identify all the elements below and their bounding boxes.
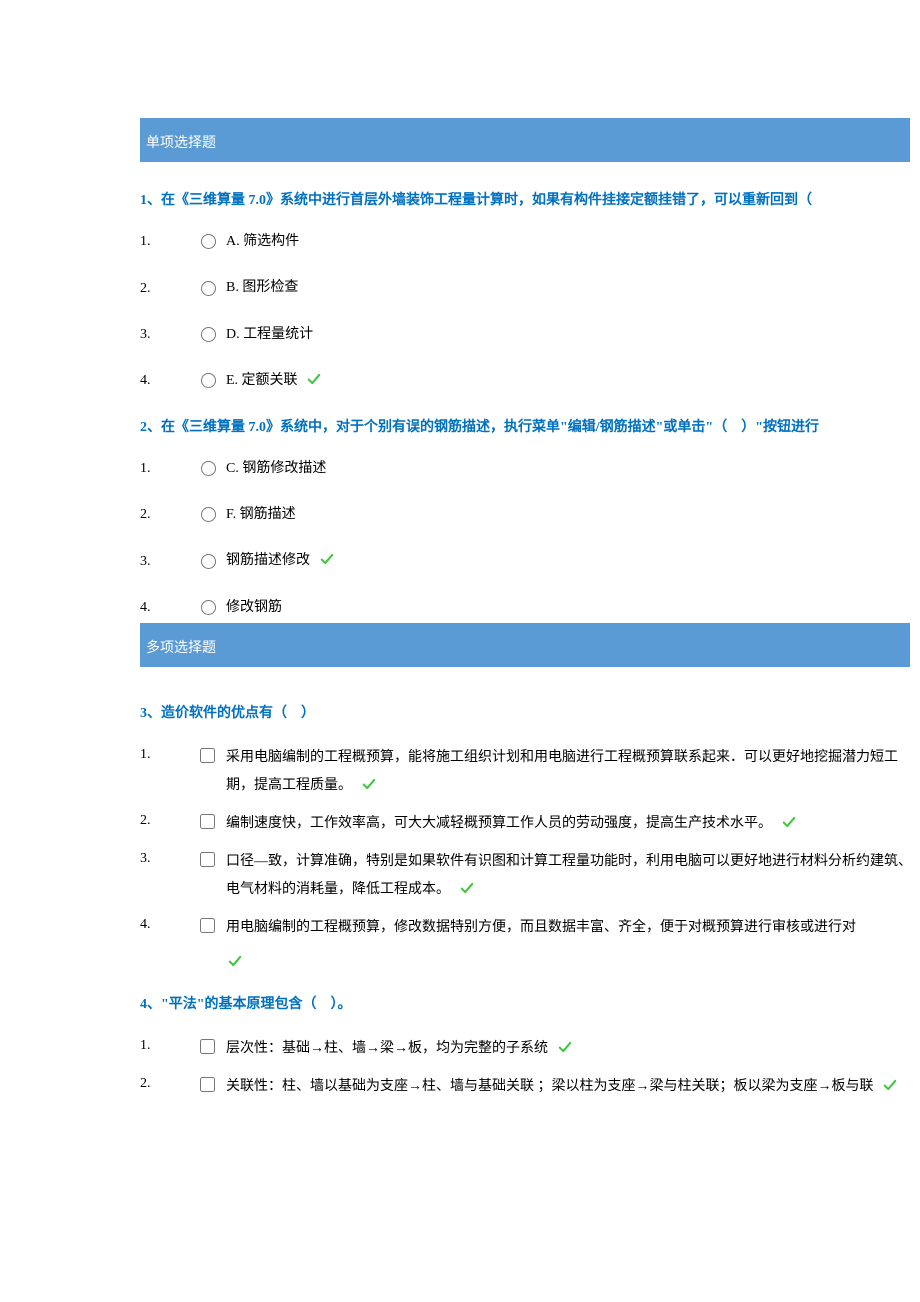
q1-opt3-text: D. 工程量统计 (226, 327, 313, 342)
section-header-single: 单项选择题 (140, 118, 910, 162)
q1-opt4-text: E. 定额关联 (226, 373, 298, 388)
q2-opt3-num: 3. (140, 554, 188, 570)
q2-option-4: 4. 修改钢筋 (140, 597, 920, 619)
q4-opt2-text: 关联性：柱、墙以基础为支座→柱、墙与基础关联 ；梁以柱为支座→梁与柱关联；板以梁… (226, 1079, 874, 1094)
q2-option-2: 2. F. 钢筋描述 (140, 504, 920, 526)
q4-opt1-text: 层次性：基础→柱、墙→梁→板，均为完整的子系统 (226, 1041, 548, 1056)
q3-opt2-text: 编制速度快，工作效率高，可大大减轻概预算工作人员的劳动强度，提高生产技术水平。 (226, 816, 772, 831)
checkmark-icon (360, 777, 378, 791)
q2-opt1-num: 1. (140, 461, 188, 477)
question-1-text: 1、在《三维算量 7.0》系统中进行首层外墙装饰工程量计算时，如果有构件挂接定额… (140, 190, 920, 211)
checkmark-icon (458, 881, 476, 895)
q1-opt1-radio[interactable] (201, 234, 216, 249)
q1-opt1-num: 1. (140, 234, 188, 250)
q1-option-2: 2. B. 图形检查 (140, 277, 920, 299)
q3-opt1-text: 采用电脑编制的工程概预算，能将施工组织计划和用电脑进行工程概预算联系起来．可以更… (226, 750, 898, 793)
q3-opt4-text: 用电脑编制的工程概预算，修改数据特别方便，而且数据丰富、齐全，便于对概预算进行审… (226, 920, 856, 935)
q2-opt4-radio[interactable] (201, 600, 216, 615)
q3-opt1-num: 1. (140, 744, 188, 763)
q3-opt3-checkbox[interactable] (200, 852, 215, 867)
q3-opt3-num: 3. (140, 848, 188, 867)
section-title-single: 单项选择题 (146, 136, 216, 151)
checkmark-icon (556, 1040, 574, 1054)
q2-opt2-num: 2. (140, 507, 188, 523)
q1-opt1-text: A. 筛选构件 (226, 234, 299, 249)
q2-opt4-text: 修改钢筋 (226, 600, 282, 615)
q4-opt1-num: 1. (140, 1035, 188, 1054)
checkmark-icon (226, 954, 244, 968)
q1-option-4: 4. E. 定额关联 (140, 370, 920, 392)
q3-opt1-checkbox[interactable] (200, 748, 215, 763)
q1-opt3-radio[interactable] (201, 327, 216, 342)
q1-opt2-num: 2. (140, 281, 188, 297)
q1-opt4-num: 4. (140, 373, 188, 389)
q4-option-1: 1. 层次性：基础→柱、墙→梁→板，均为完整的子系统 (140, 1035, 920, 1063)
q1-opt2-text: B. 图形检查 (226, 280, 298, 295)
q2-option-3: 3. 钢筋描述修改 (140, 550, 920, 572)
q4-opt1-checkbox[interactable] (200, 1039, 215, 1054)
section-header-multi: 多项选择题 (140, 623, 910, 667)
q3-option-1: 1. 采用电脑编制的工程概预算，能将施工组织计划和用电脑进行工程概预算联系起来．… (140, 744, 920, 800)
section-title-multi: 多项选择题 (146, 641, 216, 656)
q2-option-1: 1. C. 钢筋修改描述 (140, 458, 920, 480)
question-2-text: 2、在《三维算量 7.0》系统中，对于个别有误的钢筋描述，执行菜单"编辑/钢筋描… (140, 417, 920, 438)
q3-option-2: 2. 编制速度快，工作效率高，可大大减轻概预算工作人员的劳动强度，提高生产技术水… (140, 810, 920, 838)
q1-opt3-num: 3. (140, 327, 188, 343)
q2-opt1-text: C. 钢筋修改描述 (226, 461, 326, 476)
q2-opt3-radio[interactable] (201, 554, 216, 569)
q3-opt2-num: 2. (140, 810, 188, 829)
question-3-text: 3、造价软件的优点有（ ） (140, 703, 920, 724)
q2-opt2-radio[interactable] (201, 507, 216, 522)
q2-opt4-num: 4. (140, 600, 188, 616)
q1-opt4-radio[interactable] (201, 373, 216, 388)
checkmark-icon (318, 552, 336, 566)
q4-opt2-checkbox[interactable] (200, 1077, 215, 1092)
q3-opt4-checkbox[interactable] (200, 918, 215, 933)
q3-option-4: 4. 用电脑编制的工程概预算，修改数据特别方便，而且数据丰富、齐全，便于对概预算… (140, 914, 920, 968)
q2-opt1-radio[interactable] (201, 461, 216, 476)
q1-option-1: 1. A. 筛选构件 (140, 231, 920, 253)
q2-opt2-text: F. 钢筋描述 (226, 507, 296, 522)
q3-opt4-num: 4. (140, 914, 188, 933)
checkmark-icon (881, 1078, 899, 1092)
q2-opt3-text: 钢筋描述修改 (226, 553, 310, 568)
q1-opt2-radio[interactable] (201, 281, 216, 296)
checkmark-icon (305, 372, 323, 386)
q3-opt2-checkbox[interactable] (200, 814, 215, 829)
q1-option-3: 3. D. 工程量统计 (140, 324, 920, 346)
question-4-text: 4、"平法"的基本原理包含（ ）。 (140, 994, 920, 1015)
q3-opt3-text: 口径—致，计算准确，特别是如果软件有识图和计算工程量功能时，利用电脑可以更好地进… (226, 854, 912, 897)
q3-option-3: 3. 口径—致，计算准确，特别是如果软件有识图和计算工程量功能时，利用电脑可以更… (140, 848, 920, 904)
q4-opt2-num: 2. (140, 1073, 188, 1092)
q4-option-2: 2. 关联性：柱、墙以基础为支座→柱、墙与基础关联 ；梁以柱为支座→梁与柱关联；… (140, 1073, 920, 1101)
checkmark-icon (780, 815, 798, 829)
